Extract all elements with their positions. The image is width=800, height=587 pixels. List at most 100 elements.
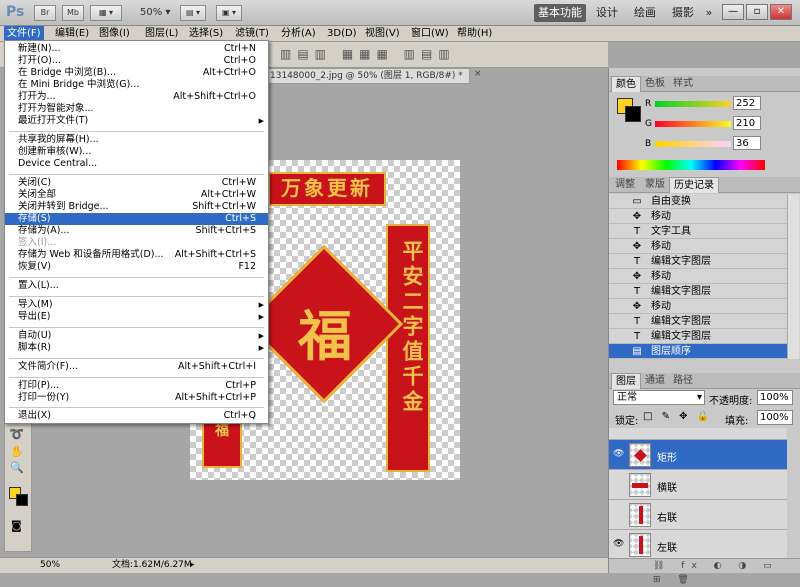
history-item[interactable]: T 编辑文字图层 [609,329,787,344]
lock-icons[interactable]: □ ✎ ✥ 🔒 [643,411,712,422]
b-value-field[interactable] [733,136,761,150]
menu-item-close-go-bridge[interactable]: 关闭并转到 Bridge... Shift+Ctrl+W [5,201,268,213]
eye-icon[interactable]: 👁 [613,539,624,549]
menu-item-save-as[interactable]: 存储为(A)... Shift+Ctrl+S [5,225,268,237]
menu-item-save[interactable]: 存储(S) Ctrl+S [5,213,268,225]
menu-item-import[interactable]: 导入(M) ▶ [5,299,268,311]
menu-item-place[interactable]: 置入(L)... [5,280,268,292]
screen-mode-button[interactable]: ▣ ▾ [216,5,242,21]
tab-history[interactable]: 历史记录 [669,177,719,193]
g-value-field[interactable] [733,116,761,130]
color-spectrum-bar[interactable] [617,160,765,170]
layer-row[interactable]: 横联 [609,470,787,500]
document-tab[interactable]: 13148000_2.jpg @ 50% (图层 1, RGB/8#) * [265,68,470,84]
history-item[interactable]: ✥ 移动 [609,299,787,314]
minimize-icon[interactable]: — [722,4,744,20]
align-buttons-group[interactable]: ▥▤▥ ▦▦▦ ▥▤▥ [280,47,600,63]
workspace-design[interactable]: 设计 [590,4,624,22]
menu-item-print[interactable]: 打印(P)... Ctrl+P [5,380,268,392]
arrange-documents-button[interactable]: ▤ ▾ [180,5,206,21]
history-item[interactable]: ✥ 移动 [609,239,787,254]
menu-item-recent-files[interactable]: 最近打开文件(T) ▶ [5,115,268,127]
g-slider[interactable] [655,121,731,127]
menu-3d[interactable]: 3D(D) [324,26,360,42]
r-value-field[interactable] [733,96,761,110]
menu-item-create-review[interactable]: 创建新审核(W)... [5,146,268,158]
tab-masks[interactable]: 蒙版 [641,177,669,193]
history-item[interactable]: T 编辑文字图层 [609,254,787,269]
opacity-field[interactable] [757,390,793,405]
menu-item-close-all[interactable]: 关闭全部 Alt+Ctrl+W [5,189,268,201]
submenu-arrow-icon: ▶ [258,301,264,309]
history-item[interactable]: ▭ 自由变换 [609,194,787,209]
menu-window[interactable]: 窗口(W) [408,26,452,42]
fill-field[interactable] [757,410,793,425]
menu-item-new[interactable]: 新建(N)... Ctrl+N [5,43,268,55]
blend-mode-dropdown[interactable]: 正常 ▾ [613,390,705,405]
status-bar: 50% 文档:1.62M/6.27M ▸ [0,557,608,573]
color-panel-bg-swatch[interactable] [625,106,641,122]
menu-item-revert[interactable]: 恢复(V) F12 [5,261,268,273]
tab-channels[interactable]: 通道 [641,373,669,389]
mini-bridge-button[interactable]: Mb [62,5,84,21]
status-arrow-icon[interactable]: ▸ [190,558,195,573]
tab-layers[interactable]: 图层 [611,373,641,389]
menu-item-scripts[interactable]: 脚本(R) ▶ [5,342,268,354]
zoom-level-dropdown[interactable]: 50% ▾ [140,7,170,18]
history-item-selected[interactable]: ▤ 图层顺序 [609,344,787,359]
menu-item-exit[interactable]: 退出(X) Ctrl+Q [5,410,268,422]
tab-color[interactable]: 颜色 [611,76,641,92]
workspace-more-button[interactable]: » [702,4,716,22]
tab-swatches[interactable]: 色板 [641,76,669,92]
b-slider[interactable] [655,141,731,147]
workspace-painting[interactable]: 绘画 [628,4,662,22]
menu-item-export[interactable]: 导出(E) ▶ [5,311,268,323]
tab-styles[interactable]: 样式 [669,76,697,92]
zoom-tool-icon[interactable]: 🔍 [10,461,24,474]
bridge-button[interactable]: Br [34,5,56,21]
menu-item-open[interactable]: 打开(O)... Ctrl+O [5,55,268,67]
document-close-icon[interactable]: × [474,69,482,79]
workspace-essentials[interactable]: 基本功能 [534,4,586,22]
view-extras-button[interactable]: ▦ ▾ [90,5,122,21]
layer-row-selected[interactable]: 👁 矩形 [609,440,787,470]
menu-analysis[interactable]: 分析(A) [278,26,319,42]
left-banner-text: 福 [215,423,229,439]
workspace-photography[interactable]: 摄影 [666,4,700,22]
eye-icon[interactable]: 👁 [613,449,624,459]
restore-icon[interactable]: ▫ [746,4,768,20]
close-icon[interactable]: ✕ [770,4,792,20]
layer-row-partial[interactable] [609,428,787,440]
menu-view[interactable]: 视图(V) [362,26,403,42]
history-item[interactable]: T 文字工具 [609,224,787,239]
menu-help[interactable]: 帮助(H) [454,26,495,42]
r-slider[interactable] [655,101,731,107]
menu-item-save-for-web[interactable]: 存储为 Web 和设备所用格式(D)... Alt+Shift+Ctrl+S [5,249,268,261]
layers-footer-buttons[interactable]: ⛓ fx ◐ ◑ ▭ ⊞ 🗑 [609,558,800,585]
history-item[interactable]: T 编辑文字图层 [609,314,787,329]
hand-tool-icon[interactable]: ✋ [10,445,24,458]
menu-item-automate[interactable]: 自动(U) ▶ [5,330,268,342]
history-scrollbar[interactable] [787,194,799,359]
background-color-swatch[interactable] [16,494,28,506]
menu-item-share-screen[interactable]: 共享我的屏幕(H)... [5,134,268,146]
menu-item-browse-bridge[interactable]: 在 Bridge 中浏览(B)... Alt+Ctrl+O [5,67,268,79]
quick-mask-icon[interactable]: ◙ [11,519,22,532]
menu-item-close[interactable]: 关闭(C) Ctrl+W [5,177,268,189]
menu-item-open-as[interactable]: 打开为... Alt+Shift+Ctrl+O [5,91,268,103]
tab-adjustments[interactable]: 调整 [611,177,639,193]
layer-row[interactable]: 右联 [609,500,787,530]
lasso-tool-icon[interactable]: ➰ [9,427,24,441]
tab-paths[interactable]: 路径 [669,373,697,389]
menu-item-file-info[interactable]: 文件简介(F)... Alt+Shift+Ctrl+I [5,361,268,373]
menu-item-device-central[interactable]: Device Central... [5,158,268,170]
history-item[interactable]: T 编辑文字图层 [609,284,787,299]
layer-row[interactable]: 👁 左联 [609,530,787,558]
history-item[interactable]: ✥ 移动 [609,269,787,284]
menu-item-browse-mini-bridge[interactable]: 在 Mini Bridge 中浏览(G)... [5,79,268,91]
r-label: R [645,99,652,109]
menu-item-print-one-copy[interactable]: 打印一份(Y) Alt+Shift+Ctrl+P [5,392,268,404]
status-zoom[interactable]: 50% [40,558,60,573]
menu-item-open-smart-object[interactable]: 打开为智能对象... [5,103,268,115]
history-item[interactable]: ✥ 移动 [609,209,787,224]
